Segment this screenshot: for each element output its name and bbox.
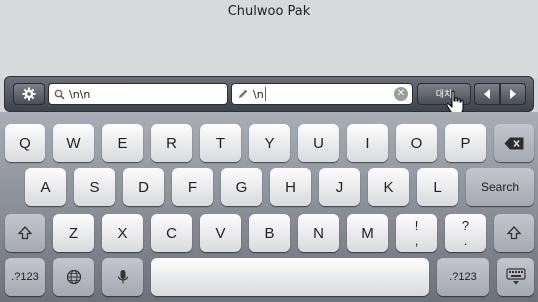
key-f[interactable]: F [172, 168, 213, 206]
text-caret [264, 87, 266, 101]
document-area: Chulwoo Pak [0, 0, 538, 78]
backspace-key[interactable] [494, 124, 534, 162]
triangle-left-icon [484, 89, 490, 99]
gear-icon [22, 87, 36, 101]
search-icon [54, 89, 65, 100]
find-input[interactable]: \n\n [48, 83, 228, 105]
replace-input[interactable]: \n ✕ [231, 83, 413, 105]
key-exclamation-comma[interactable]: ! , [396, 214, 437, 252]
key-w[interactable]: W [53, 124, 94, 162]
backspace-icon [504, 137, 524, 149]
numbers-key-left[interactable]: .?123 [5, 258, 45, 296]
search-key[interactable]: Search [466, 168, 534, 206]
hide-keyboard-key[interactable] [497, 258, 534, 296]
key-c[interactable]: C [151, 214, 192, 252]
replace-input-value: \n [253, 87, 264, 101]
key-b[interactable]: B [249, 214, 290, 252]
key-s[interactable]: S [74, 168, 115, 206]
shift-key-left[interactable] [5, 214, 45, 252]
key-i[interactable]: I [347, 124, 388, 162]
key-top-symbol: ? [461, 218, 470, 233]
key-m[interactable]: M [347, 214, 388, 252]
key-n[interactable]: N [298, 214, 339, 252]
key-g[interactable]: G [221, 168, 262, 206]
key-t[interactable]: T [200, 124, 241, 162]
key-d[interactable]: D [123, 168, 164, 206]
key-y[interactable]: Y [249, 124, 290, 162]
find-input-value: \n\n [69, 87, 91, 101]
key-question-period[interactable]: ? . [445, 214, 486, 252]
hide-keyboard-icon [505, 268, 526, 285]
next-match-button[interactable] [500, 83, 526, 105]
space-key[interactable] [151, 258, 429, 296]
globe-icon [66, 269, 81, 285]
clear-icon[interactable]: ✕ [394, 87, 408, 101]
key-bottom-symbol: , [414, 233, 419, 248]
shift-key-right[interactable] [494, 214, 534, 252]
key-a[interactable]: A [25, 168, 66, 206]
key-j[interactable]: J [319, 168, 360, 206]
key-o[interactable]: O [396, 124, 437, 162]
key-e[interactable]: E [102, 124, 143, 162]
settings-button[interactable] [13, 83, 45, 105]
microphone-icon [117, 270, 128, 284]
key-v[interactable]: V [200, 214, 241, 252]
numbers-key-right[interactable]: .?123 [437, 258, 489, 296]
key-k[interactable]: K [368, 168, 409, 206]
triangle-right-icon [510, 89, 516, 99]
key-z[interactable]: Z [53, 214, 94, 252]
key-u[interactable]: U [298, 124, 339, 162]
pencil-icon [237, 88, 249, 100]
key-bottom-symbol: . [463, 233, 468, 248]
key-q[interactable]: Q [5, 124, 45, 162]
dictation-key[interactable] [102, 258, 143, 296]
on-screen-keyboard: Q W E R T Y U I O P A S D F G H J K L Se… [0, 112, 538, 302]
shift-icon [18, 226, 32, 240]
shift-icon [507, 226, 521, 240]
key-p[interactable]: P [445, 124, 486, 162]
document-title: Chulwoo Pak [227, 4, 311, 19]
key-l[interactable]: L [417, 168, 458, 206]
key-h[interactable]: H [270, 168, 311, 206]
key-x[interactable]: X [102, 214, 143, 252]
key-r[interactable]: R [151, 124, 192, 162]
previous-match-button[interactable] [474, 83, 500, 105]
globe-key[interactable] [53, 258, 94, 296]
key-top-symbol: ! [414, 218, 419, 233]
